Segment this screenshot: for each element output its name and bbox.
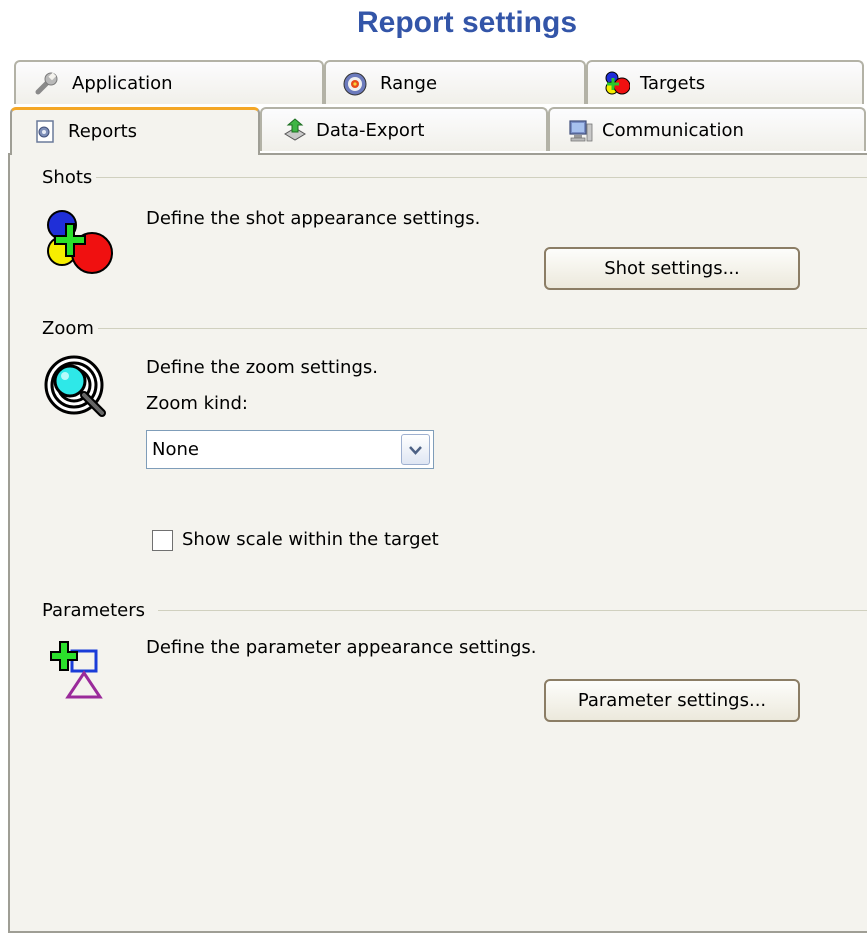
tab-range[interactable]: Range [324, 60, 586, 104]
tab-label: Application [72, 73, 173, 94]
parameters-description: Define the parameter appearance settings… [146, 637, 537, 658]
report-icon [32, 119, 58, 145]
group-label-zoom: Zoom [42, 318, 98, 339]
group-divider [80, 177, 867, 178]
show-scale-label[interactable]: Show scale within the target [182, 529, 439, 550]
parameters-icon [48, 635, 112, 699]
data-export-icon [282, 118, 308, 144]
zoom-kind-label: Zoom kind: [146, 393, 248, 414]
wrench-icon [34, 71, 60, 97]
targets-icon [604, 71, 630, 97]
shots-icon [44, 207, 116, 279]
group-label-parameters: Parameters [42, 600, 150, 621]
settings-panel: Shots Define the shot appearance setting… [8, 153, 867, 933]
target-icon [342, 71, 368, 97]
tab-reports[interactable]: Reports [10, 107, 260, 155]
show-scale-checkbox[interactable] [152, 530, 173, 551]
zoom-kind-select[interactable]: None [146, 430, 434, 469]
computer-icon [568, 118, 594, 144]
tab-label: Targets [640, 73, 706, 94]
page-title: Report settings [356, 6, 578, 39]
group-divider [80, 328, 867, 329]
group-divider [158, 610, 867, 611]
dropdown-button[interactable] [401, 434, 430, 465]
tab-targets[interactable]: Targets [586, 60, 864, 104]
zoom-kind-value: None [152, 439, 199, 460]
tab-communication[interactable]: Communication [548, 107, 866, 151]
tab-label: Communication [602, 120, 744, 141]
zoom-icon [44, 355, 116, 427]
group-label-shots: Shots [42, 167, 97, 188]
chevron-down-icon [409, 446, 422, 455]
tab-label: Reports [68, 121, 138, 142]
zoom-description: Define the zoom settings. [146, 357, 378, 378]
shot-settings-button[interactable]: Shot settings... [544, 247, 800, 290]
tab-data-export[interactable]: Data-Export [260, 107, 548, 151]
shots-description: Define the shot appearance settings. [146, 208, 481, 229]
tab-application[interactable]: Application [14, 60, 324, 104]
tab-label: Data-Export [316, 120, 425, 141]
parameter-settings-button[interactable]: Parameter settings... [544, 679, 800, 722]
tab-label: Range [380, 73, 438, 94]
